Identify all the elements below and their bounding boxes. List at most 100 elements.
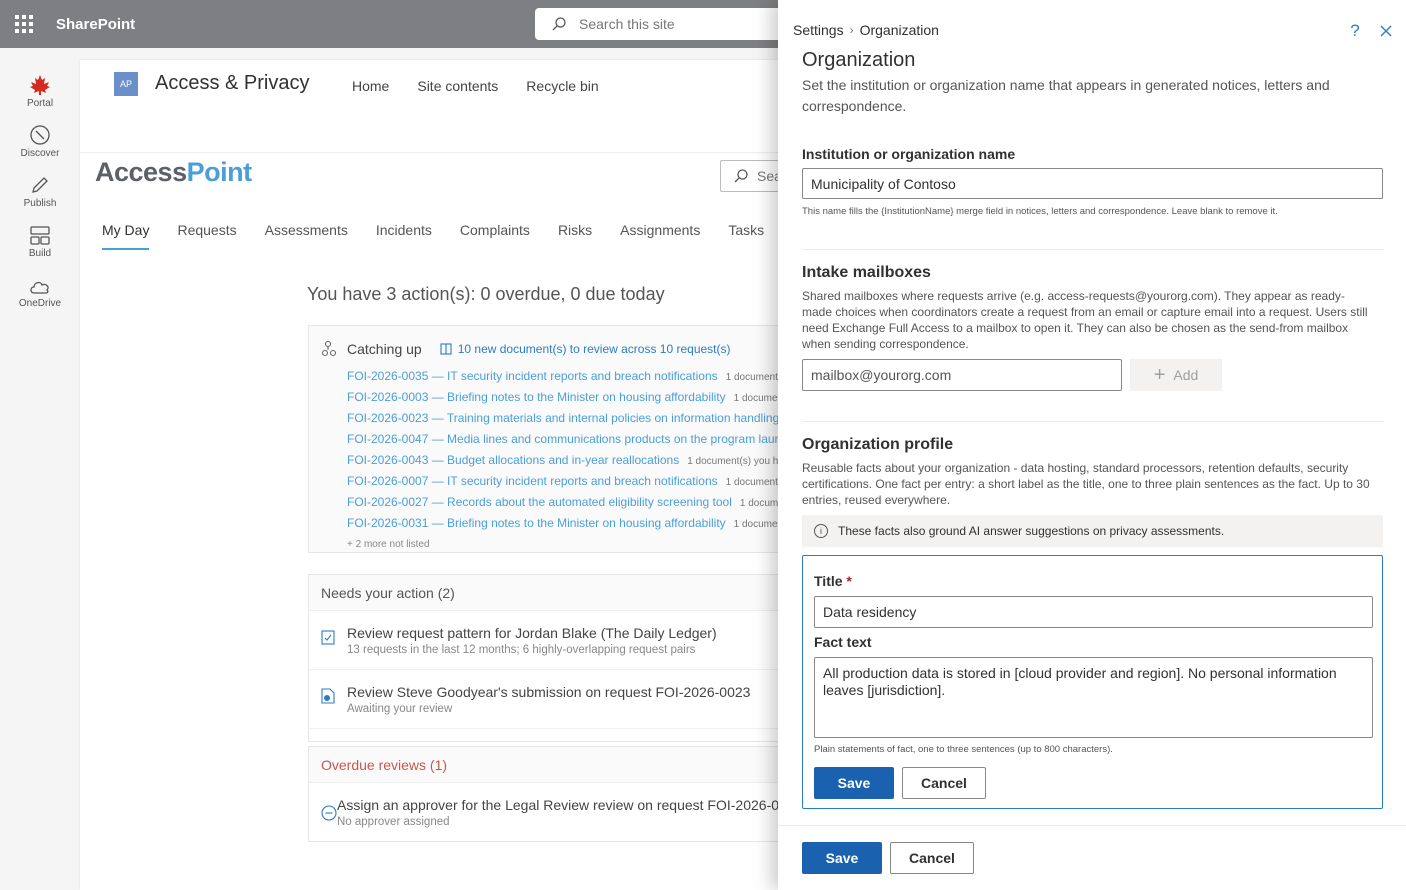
save-button[interactable]: Save xyxy=(802,842,882,874)
tab-complaints[interactable]: Complaints xyxy=(460,222,530,250)
fact-title-input[interactable]: Data residency xyxy=(814,596,1373,628)
fact-save-button[interactable]: Save xyxy=(814,767,894,799)
info-message-bar: i These facts also ground AI answer sugg… xyxy=(802,515,1383,547)
info-icon: i xyxy=(814,524,828,538)
close-icon[interactable] xyxy=(1375,20,1397,42)
request-link[interactable]: FOI-2026-0043 — Budget allocations and i… xyxy=(347,453,679,467)
list-item[interactable]: FOI-2026-0043 — Budget allocations and i… xyxy=(347,453,788,474)
minus-circle-icon xyxy=(321,805,337,821)
fact-text-textarea[interactable]: All production data is stored in [cloud … xyxy=(814,657,1373,738)
action-subtitle: No approver assigned xyxy=(337,816,450,828)
cancel-button[interactable]: Cancel xyxy=(890,842,974,874)
tab-assignments[interactable]: Assignments xyxy=(620,222,700,250)
appbar-item-build[interactable]: Build xyxy=(0,218,80,268)
chevron-right-icon: › xyxy=(849,23,854,37)
request-link[interactable]: FOI-2026-0027 — Records about the automa… xyxy=(347,495,732,509)
list-item[interactable]: FOI-2026-0031 — Briefing notes to the Mi… xyxy=(347,516,788,537)
action-subtitle: Awaiting your review xyxy=(347,703,453,715)
fact-text-label: Fact text xyxy=(814,634,872,650)
action-title[interactable]: Review Steve Goodyear's submission on re… xyxy=(347,684,750,700)
site-canvas: AP Access & Privacy Home Site contents R… xyxy=(80,60,800,890)
tab-risks[interactable]: Risks xyxy=(558,222,592,250)
appbar-item-discover[interactable]: Discover xyxy=(0,118,80,168)
fact-text-hint: Plain statements of fact, one to three s… xyxy=(814,744,1113,755)
tab-bar: My Day Requests Assessments Incidents Co… xyxy=(102,222,764,250)
divider xyxy=(802,421,1384,422)
list-item[interactable]: FOI-2026-0003 — Briefing notes to the Mi… xyxy=(347,390,788,411)
waffle-icon xyxy=(15,15,33,33)
build-icon xyxy=(30,226,50,245)
required-marker: * xyxy=(846,573,852,589)
action-item[interactable]: Assign an approver for the Legal Review … xyxy=(309,783,788,841)
book-icon xyxy=(440,343,452,355)
institution-name-input[interactable]: Municipality of Contoso xyxy=(802,168,1383,199)
breadcrumb: Settings › Organization xyxy=(793,22,939,38)
panel-title: Organization xyxy=(802,49,916,71)
appbar-label: Publish xyxy=(23,198,57,209)
request-link[interactable]: FOI-2026-0047 — Media lines and communic… xyxy=(347,432,788,446)
title-label: Title * xyxy=(814,573,852,589)
list-item[interactable]: FOI-2026-0047 — Media lines and communic… xyxy=(347,432,788,453)
breadcrumb-settings[interactable]: Settings xyxy=(793,22,844,38)
needs-action-header: Needs your action (2) xyxy=(309,575,788,611)
request-link[interactable]: FOI-2026-0003 — Briefing notes to the Mi… xyxy=(347,390,726,404)
site-nav: Home Site contents Recycle bin xyxy=(352,78,599,94)
request-link[interactable]: FOI-2026-0031 — Briefing notes to the Mi… xyxy=(347,516,726,530)
overdue-card: Overdue reviews (1) Assign an approver f… xyxy=(308,746,788,842)
tab-tasks[interactable]: Tasks xyxy=(728,222,764,250)
site-title[interactable]: Access & Privacy xyxy=(155,72,309,95)
request-link[interactable]: FOI-2026-0007 — IT security incident rep… xyxy=(347,474,718,488)
appbar-item-publish[interactable]: Publish xyxy=(0,168,80,218)
add-button-label: Add xyxy=(1173,367,1199,383)
brand-part-2: Point xyxy=(186,157,253,187)
appbar-item-onedrive[interactable]: OneDrive xyxy=(0,268,80,318)
tab-requests[interactable]: Requests xyxy=(177,222,236,250)
breadcrumb-current: Organization xyxy=(859,22,939,38)
clipboard-icon xyxy=(321,630,335,645)
action-item[interactable]: Review request pattern for Jordan Blake … xyxy=(309,611,788,670)
appbar-item-portal[interactable]: Portal xyxy=(0,68,80,118)
institution-name-hint: This name fills the {InstitutionName} me… xyxy=(802,206,1278,217)
mailbox-input[interactable]: mailbox@yourorg.com xyxy=(802,359,1122,391)
help-icon[interactable]: ? xyxy=(1344,20,1366,42)
action-title[interactable]: Review request pattern for Jordan Blake … xyxy=(347,625,717,641)
site-search-box[interactable]: Search this site xyxy=(535,8,795,40)
fact-cancel-button[interactable]: Cancel xyxy=(902,767,986,799)
nav-recycle-bin[interactable]: Recycle bin xyxy=(526,78,598,94)
new-documents-link[interactable]: 10 new document(s) to review across 10 r… xyxy=(440,342,731,356)
add-mailbox-button[interactable]: + Add xyxy=(1130,359,1222,391)
appbar-label: Portal xyxy=(26,98,54,109)
tab-my-day[interactable]: My Day xyxy=(102,222,150,250)
organization-profile-heading: Organization profile xyxy=(802,436,954,453)
site-logo[interactable]: AP xyxy=(114,72,138,96)
tab-assessments[interactable]: Assessments xyxy=(265,222,348,250)
action-summary: You have 3 action(s): 0 overdue, 0 due t… xyxy=(307,284,665,304)
catching-up-card: Catching up 10 new document(s) to review… xyxy=(308,325,788,553)
search-icon xyxy=(552,17,566,31)
request-link[interactable]: FOI-2026-0023 — Training materials and i… xyxy=(347,411,779,425)
action-item[interactable]: Review Steve Goodyear's submission on re… xyxy=(309,670,788,729)
tab-incidents[interactable]: Incidents xyxy=(376,222,432,250)
list-item[interactable]: FOI-2026-0007 — IT security incident rep… xyxy=(347,474,788,495)
list-item[interactable]: FOI-2026-0023 — Training materials and i… xyxy=(347,411,788,432)
site-search-placeholder: Search this site xyxy=(579,16,675,32)
site-header: AP Access & Privacy Home Site contents R… xyxy=(80,60,800,153)
document-check-icon xyxy=(321,688,335,704)
app-name[interactable]: SharePoint xyxy=(56,16,135,33)
panel-description: Set the institution or organization name… xyxy=(802,77,1330,114)
list-item[interactable]: FOI-2026-0035 — IT security incident rep… xyxy=(347,369,788,390)
catching-up-label: Catching up xyxy=(347,341,422,357)
cloud-icon xyxy=(30,281,49,294)
fact-entry-form: Title * Data residency Fact text All pro… xyxy=(802,555,1383,809)
search-icon xyxy=(734,169,748,183)
list-item[interactable]: FOI-2026-0027 — Records about the automa… xyxy=(347,495,788,516)
people-icon xyxy=(321,340,337,357)
pen-icon xyxy=(32,177,48,193)
app-launcher-button[interactable] xyxy=(0,0,48,48)
action-title[interactable]: Assign an approver for the Legal Review … xyxy=(337,797,788,813)
nav-home[interactable]: Home xyxy=(352,78,389,94)
nav-site-contents[interactable]: Site contents xyxy=(417,78,498,94)
request-link[interactable]: FOI-2026-0035 — IT security incident rep… xyxy=(347,369,718,383)
divider xyxy=(802,249,1384,250)
maple-leaf-icon xyxy=(30,75,50,95)
